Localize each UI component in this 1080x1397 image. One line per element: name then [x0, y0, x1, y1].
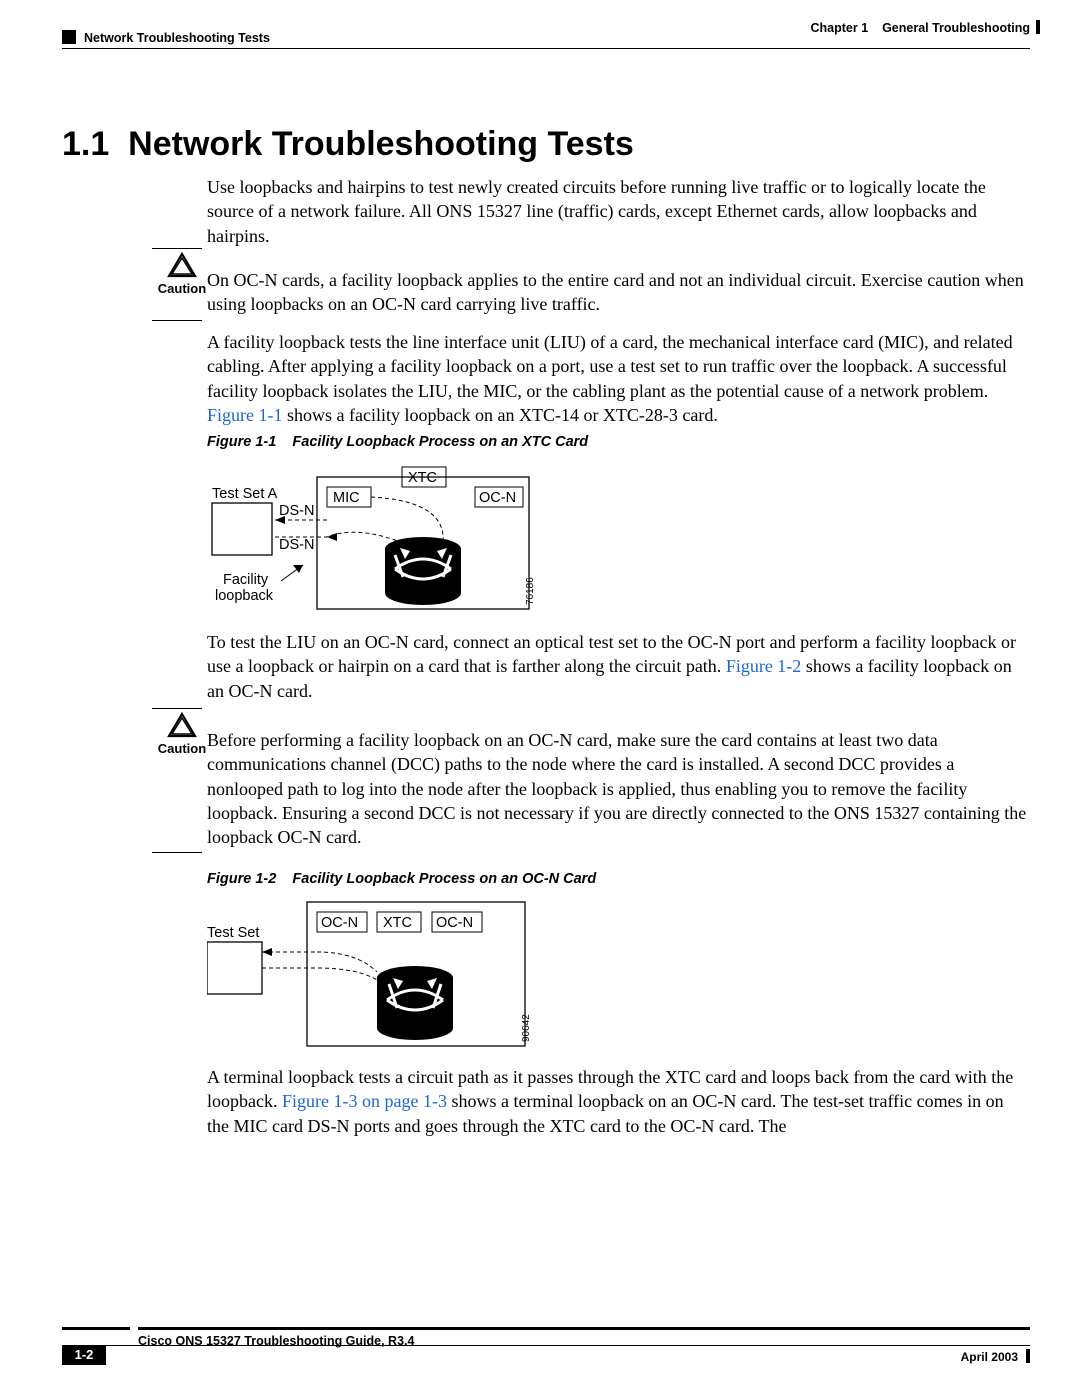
header-right-marker — [1036, 20, 1040, 34]
d1-facility-label: Facility — [223, 572, 269, 588]
figure-1-2-link[interactable]: Figure 1-2 — [726, 656, 802, 676]
footer-right-marker — [1026, 1349, 1030, 1363]
d1-dsn2-label: DS-N — [279, 537, 314, 553]
caution-block-2: Caution — [152, 712, 212, 758]
figure-1-2-title: Facility Loopback Process on an OC-N Car… — [292, 871, 596, 887]
footer-page-number: 1-2 — [62, 1345, 106, 1365]
d1-mic-label: MIC — [333, 490, 360, 506]
terminal-paragraph: A terminal loopback tests a circuit path… — [207, 1065, 1030, 1138]
heading-number: 1.1 — [62, 125, 109, 163]
caution-label-2: Caution — [152, 740, 212, 758]
caution-rule-bottom-1 — [152, 320, 202, 321]
intro-paragraph: Use loopbacks and hairpins to test newly… — [207, 175, 1030, 248]
caution-rule-top-2 — [152, 708, 202, 709]
d1-test-set-label: Test Set A — [212, 486, 278, 502]
figure-1-1-diagram: Test Set A MIC XTC OC-N DS-N DS-N — [207, 455, 607, 615]
caution-block-1: Caution — [152, 252, 212, 298]
facility-text-b: shows a facility loopback on an XTC-14 o… — [283, 405, 718, 425]
caution-rule-top-1 — [152, 248, 202, 249]
page-footer: Cisco ONS 15327 Troubleshooting Guide, R… — [62, 1327, 1030, 1367]
d2-xtc-label: XTC — [383, 915, 412, 931]
figure-1-1-caption: Figure 1-1 Facility Loopback Process on … — [207, 433, 1030, 453]
header-section-title: Network Troubleshooting Tests — [84, 30, 270, 47]
figure-1-2-label: Figure 1-2 — [207, 871, 276, 887]
warning-icon — [167, 252, 197, 278]
figure-1-2-diagram: Test Set OC-N XTC OC-N 90642 — [207, 892, 607, 1052]
figure-1-3-link[interactable]: Figure 1-3 on page 1-3 — [282, 1091, 447, 1111]
figure-1-1-label: Figure 1-1 — [207, 434, 276, 450]
d1-loopback-label: loopback — [215, 588, 274, 604]
ocn-paragraph: To test the LIU on an OC-N card, connect… — [207, 630, 1030, 703]
d2-id: 90642 — [521, 1014, 532, 1042]
d2-ocn2-label: OC-N — [436, 915, 473, 931]
d1-id: 76186 — [525, 577, 536, 605]
page-header: Network Troubleshooting Tests Chapter 1 … — [62, 30, 1030, 70]
facility-paragraph: A facility loopback tests the line inter… — [207, 330, 1030, 427]
d1-xtc-label: XTC — [408, 470, 437, 486]
d2-test-set-label: Test Set — [207, 925, 259, 941]
caution-rule-bottom-2 — [152, 852, 202, 853]
d1-ocn-label: OC-N — [479, 490, 516, 506]
header-chapter-label: Chapter 1 — [811, 21, 869, 35]
footer-guide-title: Cisco ONS 15327 Troubleshooting Guide, R… — [138, 1333, 414, 1350]
warning-icon — [167, 712, 197, 738]
section-heading: 1.1 Network Troubleshooting Tests — [62, 122, 634, 168]
header-chapter-title: General Troubleshooting — [882, 21, 1030, 35]
footer-underline — [106, 1345, 1030, 1346]
footer-topbar-gap — [130, 1327, 138, 1330]
caution-1-text: On OC-N cards, a facility loopback appli… — [207, 268, 1030, 317]
header-rule — [62, 48, 1030, 49]
figure-1-1-link[interactable]: Figure 1-1 — [207, 405, 283, 425]
figure-1-2-caption: Figure 1-2 Facility Loopback Process on … — [207, 870, 1030, 890]
caution-2-text: Before performing a facility loopback on… — [207, 728, 1030, 849]
facility-text-a: A facility loopback tests the line inter… — [207, 332, 1013, 401]
d2-ocn1-label: OC-N — [321, 915, 358, 931]
header-chapter: Chapter 1 General Troubleshooting — [811, 20, 1031, 37]
figure-1-1-title: Facility Loopback Process on an XTC Card — [292, 434, 588, 450]
footer-date: April 2003 — [961, 1349, 1018, 1365]
header-left-marker — [62, 30, 76, 44]
heading-title: Network Troubleshooting Tests — [128, 125, 634, 163]
footer-topbar — [62, 1327, 1030, 1330]
caution-label-1: Caution — [152, 280, 212, 298]
